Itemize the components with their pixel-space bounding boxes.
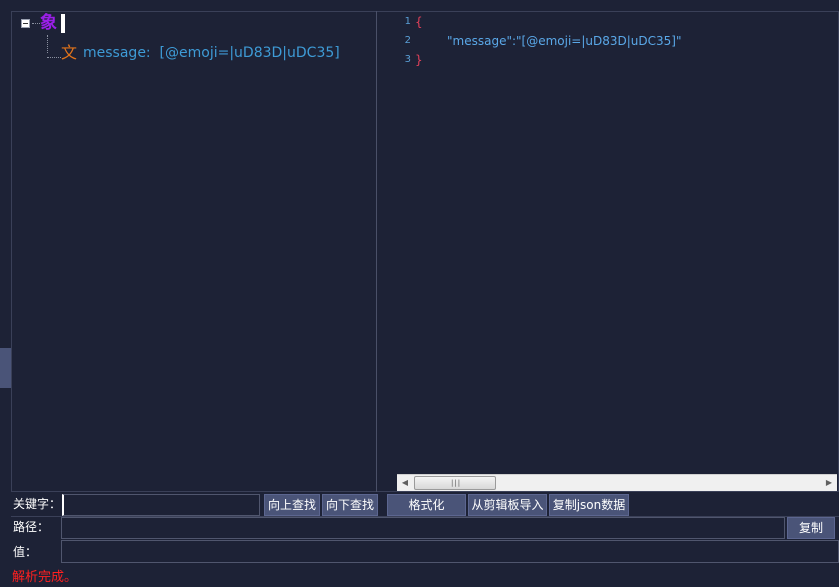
keyword-label: 关键字： (13, 497, 62, 511)
code-text: "message":"[@emoji=|uD83D|uDC35]" (447, 33, 682, 48)
collapse-toggle-icon[interactable] (21, 18, 30, 28)
find-down-button[interactable]: 向下查找 (322, 494, 378, 516)
value-row: 值： (11, 540, 839, 563)
copy-json-button[interactable]: 复制json数据 (549, 494, 629, 516)
string-node-icon: 文 (61, 43, 78, 62)
code-line: 2 "message":"[@emoji=|uD83D|uDC35]" (378, 31, 682, 50)
json-code-pane[interactable]: 1 { 2 "message":"[@emoji=|uD83D|uDC35]" … (378, 11, 839, 474)
tree-connector (32, 22, 40, 24)
grip-icon: ||| (451, 479, 462, 487)
code-text: { (415, 14, 423, 29)
tree-child-node[interactable]: 文 message: [@emoji=|uD83D|uDC35] (47, 42, 340, 64)
value-input[interactable] (61, 540, 839, 563)
path-label: 路径： (13, 520, 50, 534)
scroll-right-icon[interactable]: ▶ (821, 475, 837, 491)
json-tree-pane: 象 文 message: [@emoji=|uD83D|uDC35] (11, 11, 377, 492)
value-label: 值： (13, 545, 38, 559)
code-text: } (415, 52, 423, 67)
find-up-button[interactable]: 向上查找 (264, 494, 320, 516)
path-input[interactable] (61, 517, 785, 539)
import-clipboard-button[interactable]: 从剪辑板导入 (468, 494, 547, 516)
scroll-left-icon[interactable]: ◀ (397, 475, 413, 491)
scroll-thumb[interactable]: ||| (414, 476, 496, 490)
horizontal-scrollbar[interactable]: ◀ ||| ▶ (397, 474, 837, 491)
keyword-input[interactable] (62, 494, 260, 516)
line-number: 2 (404, 35, 411, 46)
copy-path-button[interactable]: 复制 (787, 517, 835, 539)
status-message: 解析完成。 (12, 570, 78, 585)
code-line: 3 } (378, 50, 423, 69)
tree-connector (47, 56, 61, 58)
code-line: 1 { (378, 12, 423, 31)
line-number: 3 (404, 54, 411, 65)
tree-root-node[interactable]: 象 (21, 13, 65, 33)
selection-caret (61, 13, 65, 33)
side-collapse-handle[interactable] (0, 348, 11, 388)
search-row: 关键字： 向上查找 向下查找 格式化 从剪辑板导入 复制json数据 (11, 493, 839, 516)
path-row: 路径： 复制 (11, 516, 839, 540)
line-number: 1 (404, 16, 411, 27)
format-button[interactable]: 格式化 (387, 494, 466, 516)
object-node-icon: 象 (40, 13, 57, 33)
tree-node-label: message: [@emoji=|uD83D|uDC35] (83, 45, 340, 61)
